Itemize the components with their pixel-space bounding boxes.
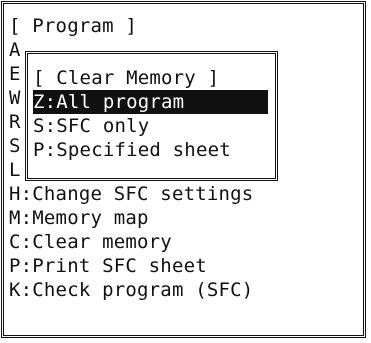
clear-memory-popup: [ Clear Memory ] Z:All program S:SFC onl… bbox=[25, 51, 278, 181]
option-all-program[interactable]: Z:All program bbox=[33, 90, 268, 114]
menu-item-print-sfc-sheet[interactable]: P:Print SFC sheet bbox=[9, 254, 207, 278]
menu-letter-e[interactable]: E bbox=[9, 62, 21, 86]
option-specified-sheet[interactable]: P:Specified sheet bbox=[33, 138, 231, 162]
menu-item-check-program[interactable]: K:Check program (SFC) bbox=[9, 278, 253, 302]
menu-item-change-sfc-settings[interactable]: H:Change SFC settings bbox=[9, 182, 253, 206]
menu-letter-l[interactable]: L bbox=[9, 158, 21, 182]
menu-letter-s[interactable]: S bbox=[9, 134, 21, 158]
option-sfc-only[interactable]: S:SFC only bbox=[33, 114, 149, 138]
clear-memory-title: [ Clear Memory ] bbox=[33, 67, 220, 89]
menu-letter-a[interactable]: A bbox=[9, 38, 21, 62]
menu-letter-w[interactable]: W bbox=[9, 86, 21, 110]
menu-item-memory-map[interactable]: M:Memory map bbox=[9, 206, 149, 230]
program-window: [ Program ] A E W R S L H:Change SFC set… bbox=[1, 1, 366, 338]
menu-item-clear-memory[interactable]: C:Clear memory bbox=[9, 230, 172, 254]
menu-letter-r[interactable]: R bbox=[9, 110, 21, 134]
program-title: [ Program ] bbox=[9, 15, 138, 37]
